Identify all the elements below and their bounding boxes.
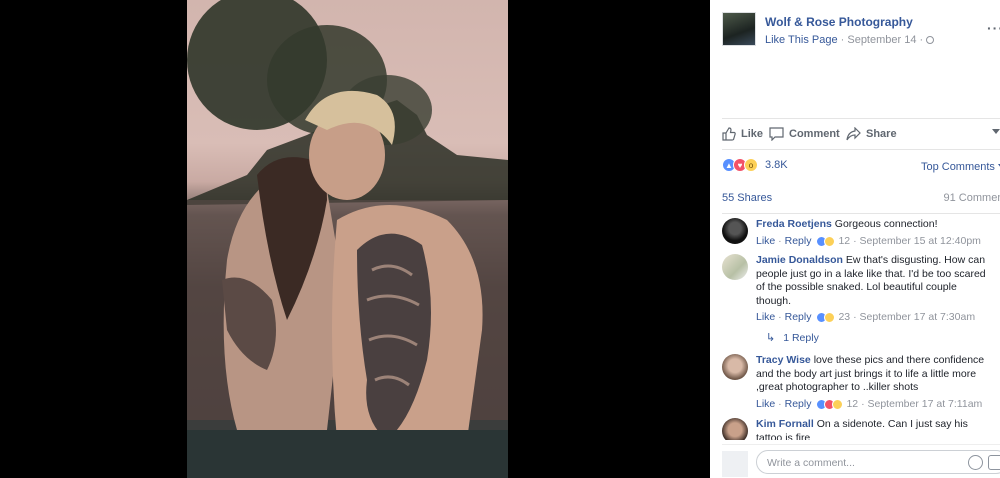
like-button[interactable]: Like [722, 127, 763, 141]
share-arrow-icon [846, 127, 861, 141]
comment-like-link[interactable]: Like [756, 311, 775, 323]
like-page-link[interactable]: Like This Page [765, 34, 838, 46]
comment-composer: Write a comment... [722, 444, 1000, 478]
photo-viewer [0, 0, 710, 478]
comment-like-link[interactable]: Like [756, 398, 775, 410]
reaction-count[interactable]: 3.8K [765, 159, 788, 171]
post-meta: Like This Page · September 14 · [765, 34, 935, 46]
photo-illustration [187, 0, 508, 478]
haha-reaction-icon [824, 311, 836, 323]
post-header: Wolf & Rose Photography Like This Page ·… [722, 12, 1000, 52]
avatar[interactable] [722, 254, 748, 280]
comment-reaction-icons[interactable] [816, 398, 844, 410]
post-photo[interactable] [187, 0, 508, 478]
comment-footer: Like · Reply 12 · September 17 at 7:11am [756, 398, 983, 410]
comment-time[interactable]: September 15 at 12:40pm [860, 235, 981, 247]
replies-count: 1 Reply [783, 331, 819, 344]
sticker-icon[interactable] [988, 455, 1000, 470]
page-name-link[interactable]: Wolf & Rose Photography [765, 15, 913, 29]
top-comments-label: Top Comments [920, 161, 995, 173]
comment-reply-link[interactable]: Reply [785, 235, 812, 247]
comment-reaction-icons[interactable] [816, 311, 836, 323]
share-comment-counts: 55 Shares 91 Comments [722, 190, 1000, 214]
comment-like-link[interactable]: Like [756, 235, 775, 247]
comment-footer: Like · Reply 12 · September 15 at 12:40p… [756, 235, 981, 247]
like-label: Like [741, 128, 764, 140]
comments-list: Freda Roetjens Gorgeous connection! Like… [722, 218, 1000, 440]
globe-icon [926, 36, 935, 44]
post-date[interactable]: September 14 [847, 34, 916, 46]
comment-footer: Like · Reply 23 · September 17 at 7:30am [756, 311, 976, 323]
emoji-icon[interactable] [968, 455, 983, 470]
comment-reaction-count: 23 [838, 311, 851, 323]
more-options-icon[interactable]: ··· [987, 20, 1000, 36]
comment-reply-link[interactable]: Reply [785, 398, 812, 410]
reactions-summary[interactable]: ▲ ♥ o 3.8K Top Comments [722, 158, 1000, 176]
reply-arrow-icon: ↳ [766, 332, 776, 344]
top-comments-dropdown[interactable]: Top Comments [921, 161, 1000, 173]
page-avatar[interactable] [722, 12, 756, 46]
user-avatar [722, 451, 748, 477]
comment-input-placeholder: Write a comment... [767, 457, 855, 469]
comment-reaction-icons[interactable] [816, 235, 836, 247]
commenter-name[interactable]: Tracy Wise [756, 354, 811, 366]
post-panel: Wolf & Rose Photography Like This Page ·… [710, 0, 1000, 478]
comment-bubble-icon [769, 127, 784, 141]
commenter-name[interactable]: Freda Roetjens [756, 218, 832, 230]
avatar[interactable] [722, 218, 748, 244]
post-actions: Like Comment Share [722, 118, 1000, 150]
avatar[interactable] [722, 354, 748, 380]
comment-text: Tracy Wise love these pics and there con… [756, 354, 992, 395]
chevron-down-icon[interactable] [992, 129, 1000, 134]
comments-count[interactable]: 91 Comments [944, 192, 1000, 204]
comment-reaction-count: 12 [838, 235, 851, 247]
comment-time[interactable]: September 17 at 7:11am [868, 398, 983, 410]
shares-count[interactable]: 55 Shares [722, 192, 772, 204]
comment-input[interactable]: Write a comment... [756, 450, 1000, 474]
comment-label: Comment [789, 128, 840, 140]
comment-text: Kim Fornall On a sidenote. Can I just sa… [756, 418, 992, 440]
meta-separator: · [916, 34, 927, 46]
share-button[interactable]: Share [846, 127, 897, 141]
comment-text: Freda Roetjens Gorgeous connection! [756, 218, 992, 232]
meta-separator: · [837, 34, 848, 46]
thumbs-up-icon [722, 127, 736, 141]
wow-reaction-icon: o [744, 158, 758, 172]
reaction-icons: ▲ ♥ o [722, 158, 758, 172]
view-replies-link[interactable]: ↳ 1 Reply [766, 331, 819, 345]
comment-reaction-count: 12 [846, 398, 859, 410]
commenter-name[interactable]: Jamie Donaldson [756, 254, 843, 266]
comment-body: Gorgeous connection! [834, 218, 938, 230]
haha-reaction-icon [824, 235, 836, 247]
haha-reaction-icon [832, 398, 844, 410]
avatar[interactable] [722, 418, 748, 440]
comment-time[interactable]: September 17 at 7:30am [860, 311, 976, 323]
share-label: Share [866, 128, 897, 140]
comment-reply-link[interactable]: Reply [785, 311, 812, 323]
comment-button[interactable]: Comment [769, 127, 840, 141]
commenter-name[interactable]: Kim Fornall [756, 418, 814, 430]
comment-text: Jamie Donaldson Ew that's disgusting. Ho… [756, 254, 992, 308]
